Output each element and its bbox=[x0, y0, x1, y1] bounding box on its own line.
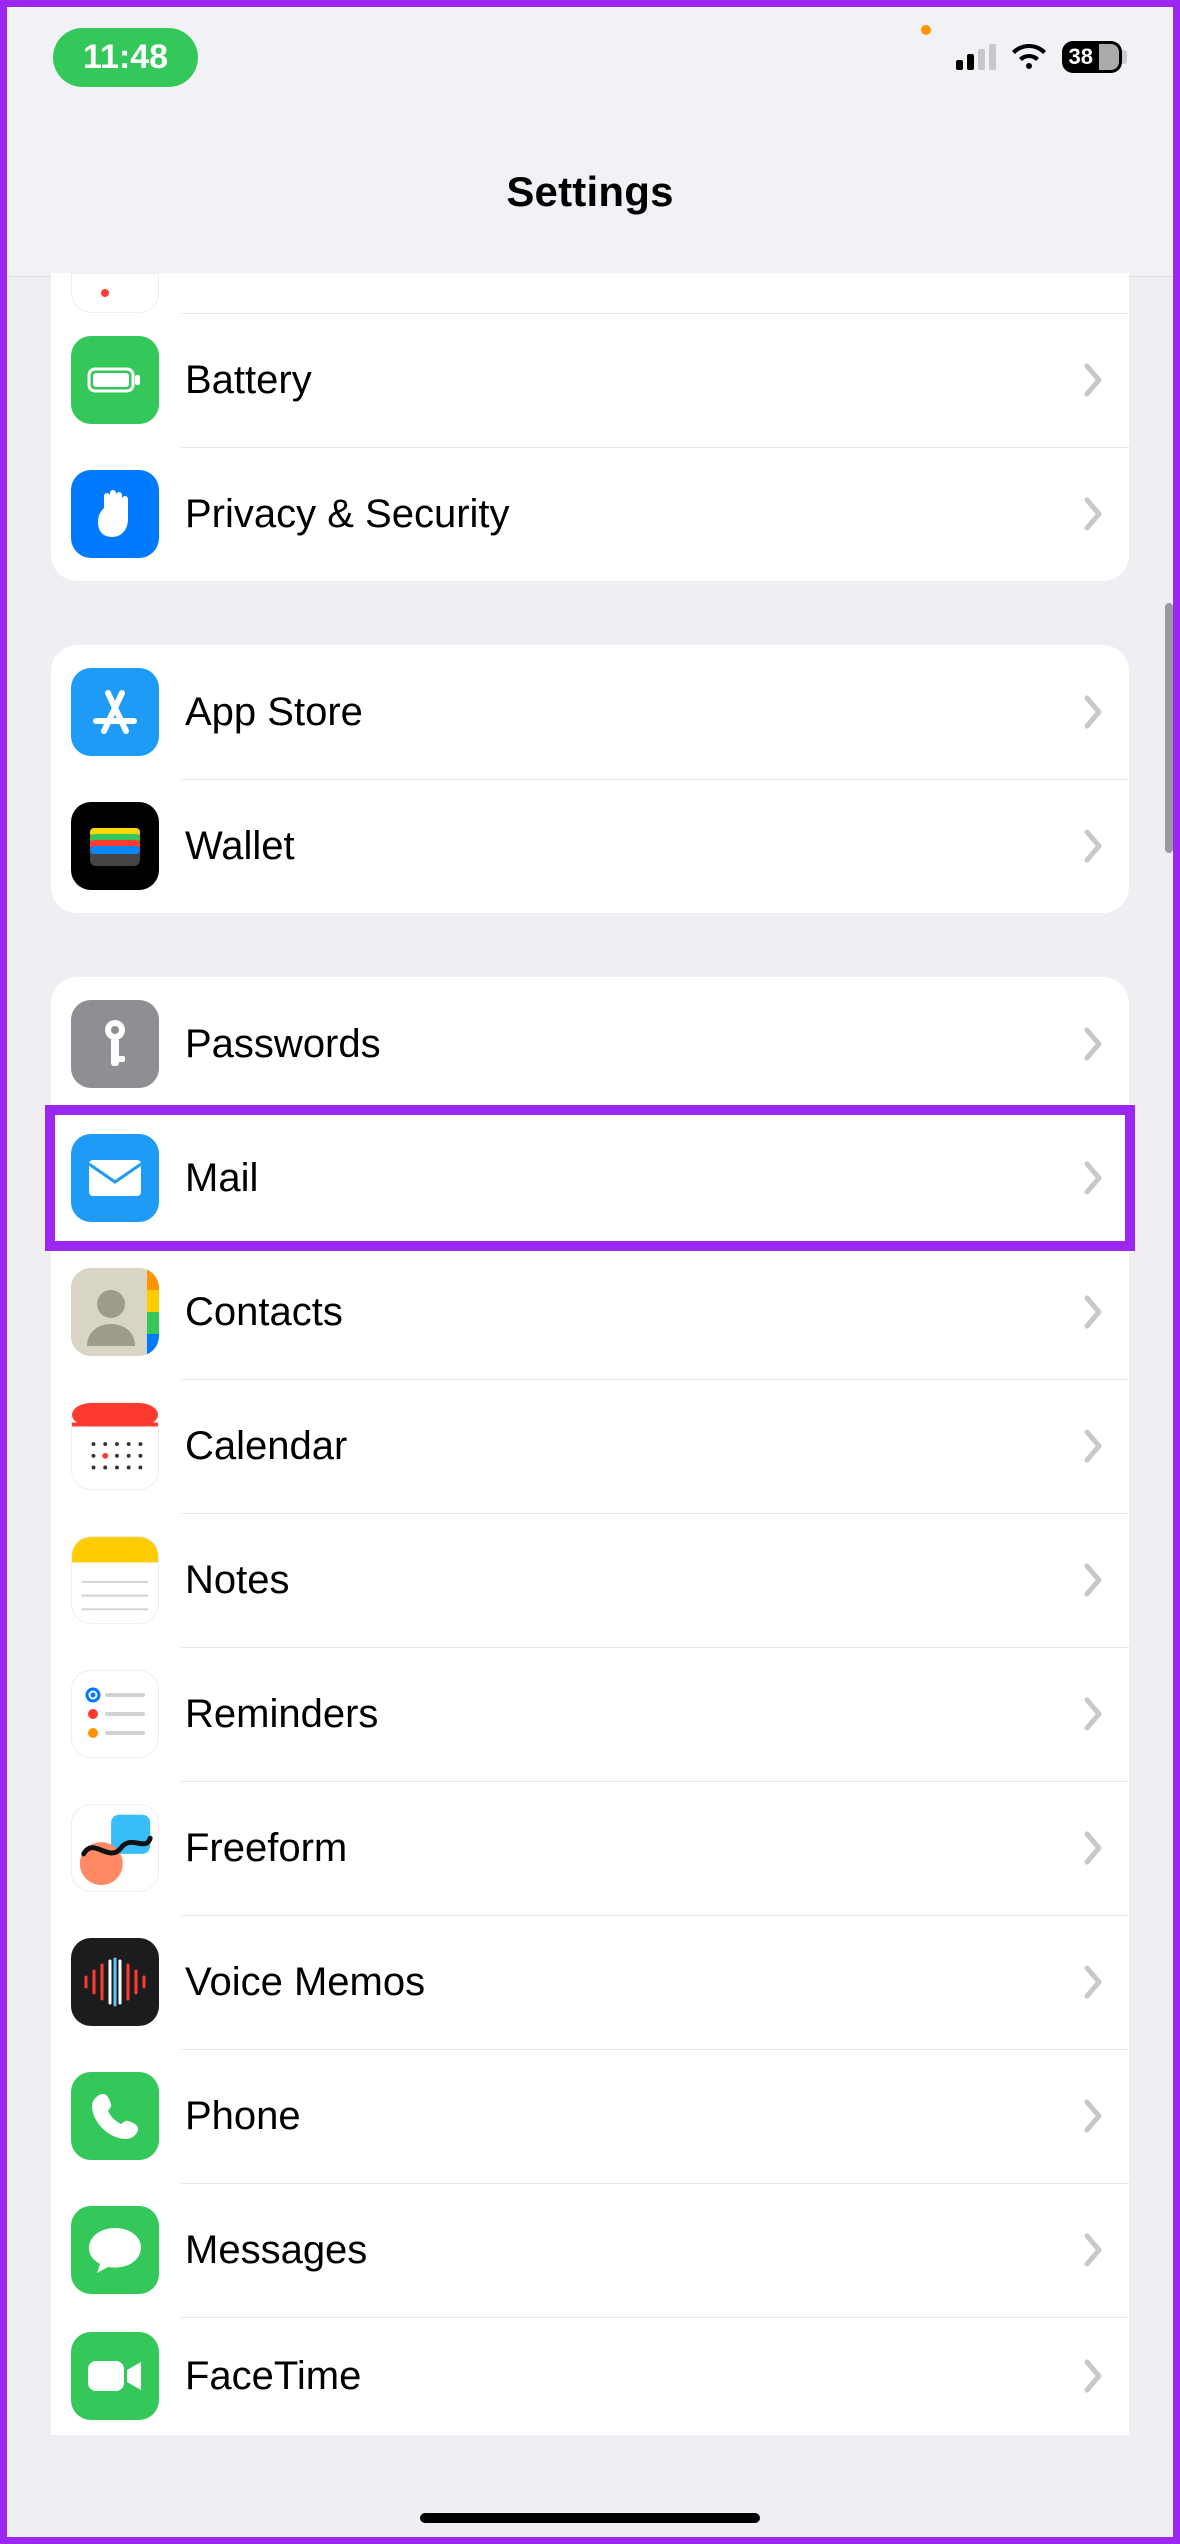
freeform-icon bbox=[71, 1804, 159, 1892]
chevron-right-icon bbox=[1083, 2358, 1105, 2394]
battery-icon bbox=[71, 336, 159, 424]
row-label: Phone bbox=[185, 2094, 1083, 2139]
voicememos-icon bbox=[71, 1938, 159, 2026]
status-time: 11:48 bbox=[53, 28, 198, 87]
settings-group-apps: Passwords Mail Contacts bbox=[51, 977, 1129, 2435]
row-label: Mail bbox=[185, 1156, 1083, 1201]
chevron-right-icon bbox=[1083, 496, 1105, 532]
chevron-right-icon bbox=[1083, 1964, 1105, 2000]
cellular-signal-icon bbox=[956, 44, 996, 70]
row-label: Passwords bbox=[185, 1022, 1083, 1067]
settings-row-wallet[interactable]: Wallet bbox=[51, 779, 1129, 913]
key-icon bbox=[71, 1000, 159, 1088]
row-label: Wallet bbox=[185, 824, 1083, 869]
settings-row-facetime[interactable]: FaceTime bbox=[51, 2317, 1129, 2435]
settings-row-voicememos[interactable]: Voice Memos bbox=[51, 1915, 1129, 2049]
chevron-right-icon bbox=[1083, 1830, 1105, 1866]
chevron-right-icon bbox=[1083, 1026, 1105, 1062]
settings-scroll[interactable]: Battery Privacy & Security Ap bbox=[7, 273, 1173, 2475]
wallet-icon bbox=[71, 802, 159, 890]
chevron-right-icon bbox=[1083, 1160, 1105, 1196]
chevron-right-icon bbox=[1083, 694, 1105, 730]
scrollbar[interactable] bbox=[1165, 603, 1173, 853]
settings-group-store: App Store Wallet bbox=[51, 645, 1129, 913]
row-label: Privacy & Security bbox=[185, 492, 1083, 537]
settings-row-battery[interactable]: Battery bbox=[51, 313, 1129, 447]
facetime-icon bbox=[71, 2332, 159, 2420]
row-label: App Store bbox=[185, 690, 1083, 735]
chevron-right-icon bbox=[1083, 362, 1105, 398]
settings-row-appstore[interactable]: App Store bbox=[51, 645, 1129, 779]
recording-indicator-dot bbox=[921, 25, 931, 35]
chevron-right-icon bbox=[1083, 1294, 1105, 1330]
home-indicator[interactable] bbox=[420, 2513, 760, 2523]
battery-icon: 38 bbox=[1062, 41, 1122, 73]
settings-row-phone[interactable]: Phone bbox=[51, 2049, 1129, 2183]
mail-icon bbox=[71, 1134, 159, 1222]
chevron-right-icon bbox=[1083, 2098, 1105, 2134]
battery-percent: 38 bbox=[1065, 44, 1099, 70]
nav-bar: Settings bbox=[7, 107, 1173, 277]
contacts-icon bbox=[71, 1268, 159, 1356]
phone-icon bbox=[71, 2072, 159, 2160]
appstore-icon bbox=[71, 668, 159, 756]
row-label: Notes bbox=[185, 1558, 1083, 1603]
row-label: Battery bbox=[185, 358, 1083, 403]
row-label: FaceTime bbox=[185, 2354, 1083, 2399]
settings-row-passwords[interactable]: Passwords bbox=[51, 977, 1129, 1111]
truncated-icon bbox=[71, 273, 159, 313]
settings-row-calendar[interactable]: Calendar bbox=[51, 1379, 1129, 1513]
settings-row-notes[interactable]: Notes bbox=[51, 1513, 1129, 1647]
chevron-right-icon bbox=[1083, 2232, 1105, 2268]
page-title: Settings bbox=[506, 168, 673, 216]
settings-row-mail[interactable]: Mail bbox=[51, 1111, 1129, 1245]
settings-row-reminders[interactable]: Reminders bbox=[51, 1647, 1129, 1781]
chevron-right-icon bbox=[1083, 1696, 1105, 1732]
settings-row-messages[interactable]: Messages bbox=[51, 2183, 1129, 2317]
messages-icon bbox=[71, 2206, 159, 2294]
notes-icon bbox=[71, 1536, 159, 1624]
settings-row-contacts[interactable]: Contacts bbox=[51, 1245, 1129, 1379]
row-label: Contacts bbox=[185, 1290, 1083, 1335]
hand-icon bbox=[71, 470, 159, 558]
row-label: Messages bbox=[185, 2228, 1083, 2273]
row-label: Voice Memos bbox=[185, 1960, 1083, 2005]
settings-row-freeform[interactable]: Freeform bbox=[51, 1781, 1129, 1915]
settings-row-truncated[interactable] bbox=[51, 273, 1129, 313]
calendar-icon bbox=[71, 1402, 159, 1490]
chevron-right-icon bbox=[1083, 1562, 1105, 1598]
status-bar: 11:48 38 bbox=[7, 7, 1173, 107]
reminders-icon bbox=[71, 1670, 159, 1758]
settings-group-system: Battery Privacy & Security bbox=[51, 273, 1129, 581]
row-label: Freeform bbox=[185, 1826, 1083, 1871]
row-label: Reminders bbox=[185, 1692, 1083, 1737]
settings-row-privacy[interactable]: Privacy & Security bbox=[51, 447, 1129, 581]
chevron-right-icon bbox=[1083, 1428, 1105, 1464]
wifi-icon bbox=[1010, 42, 1048, 72]
row-label: Calendar bbox=[185, 1424, 1083, 1469]
chevron-right-icon bbox=[1083, 828, 1105, 864]
